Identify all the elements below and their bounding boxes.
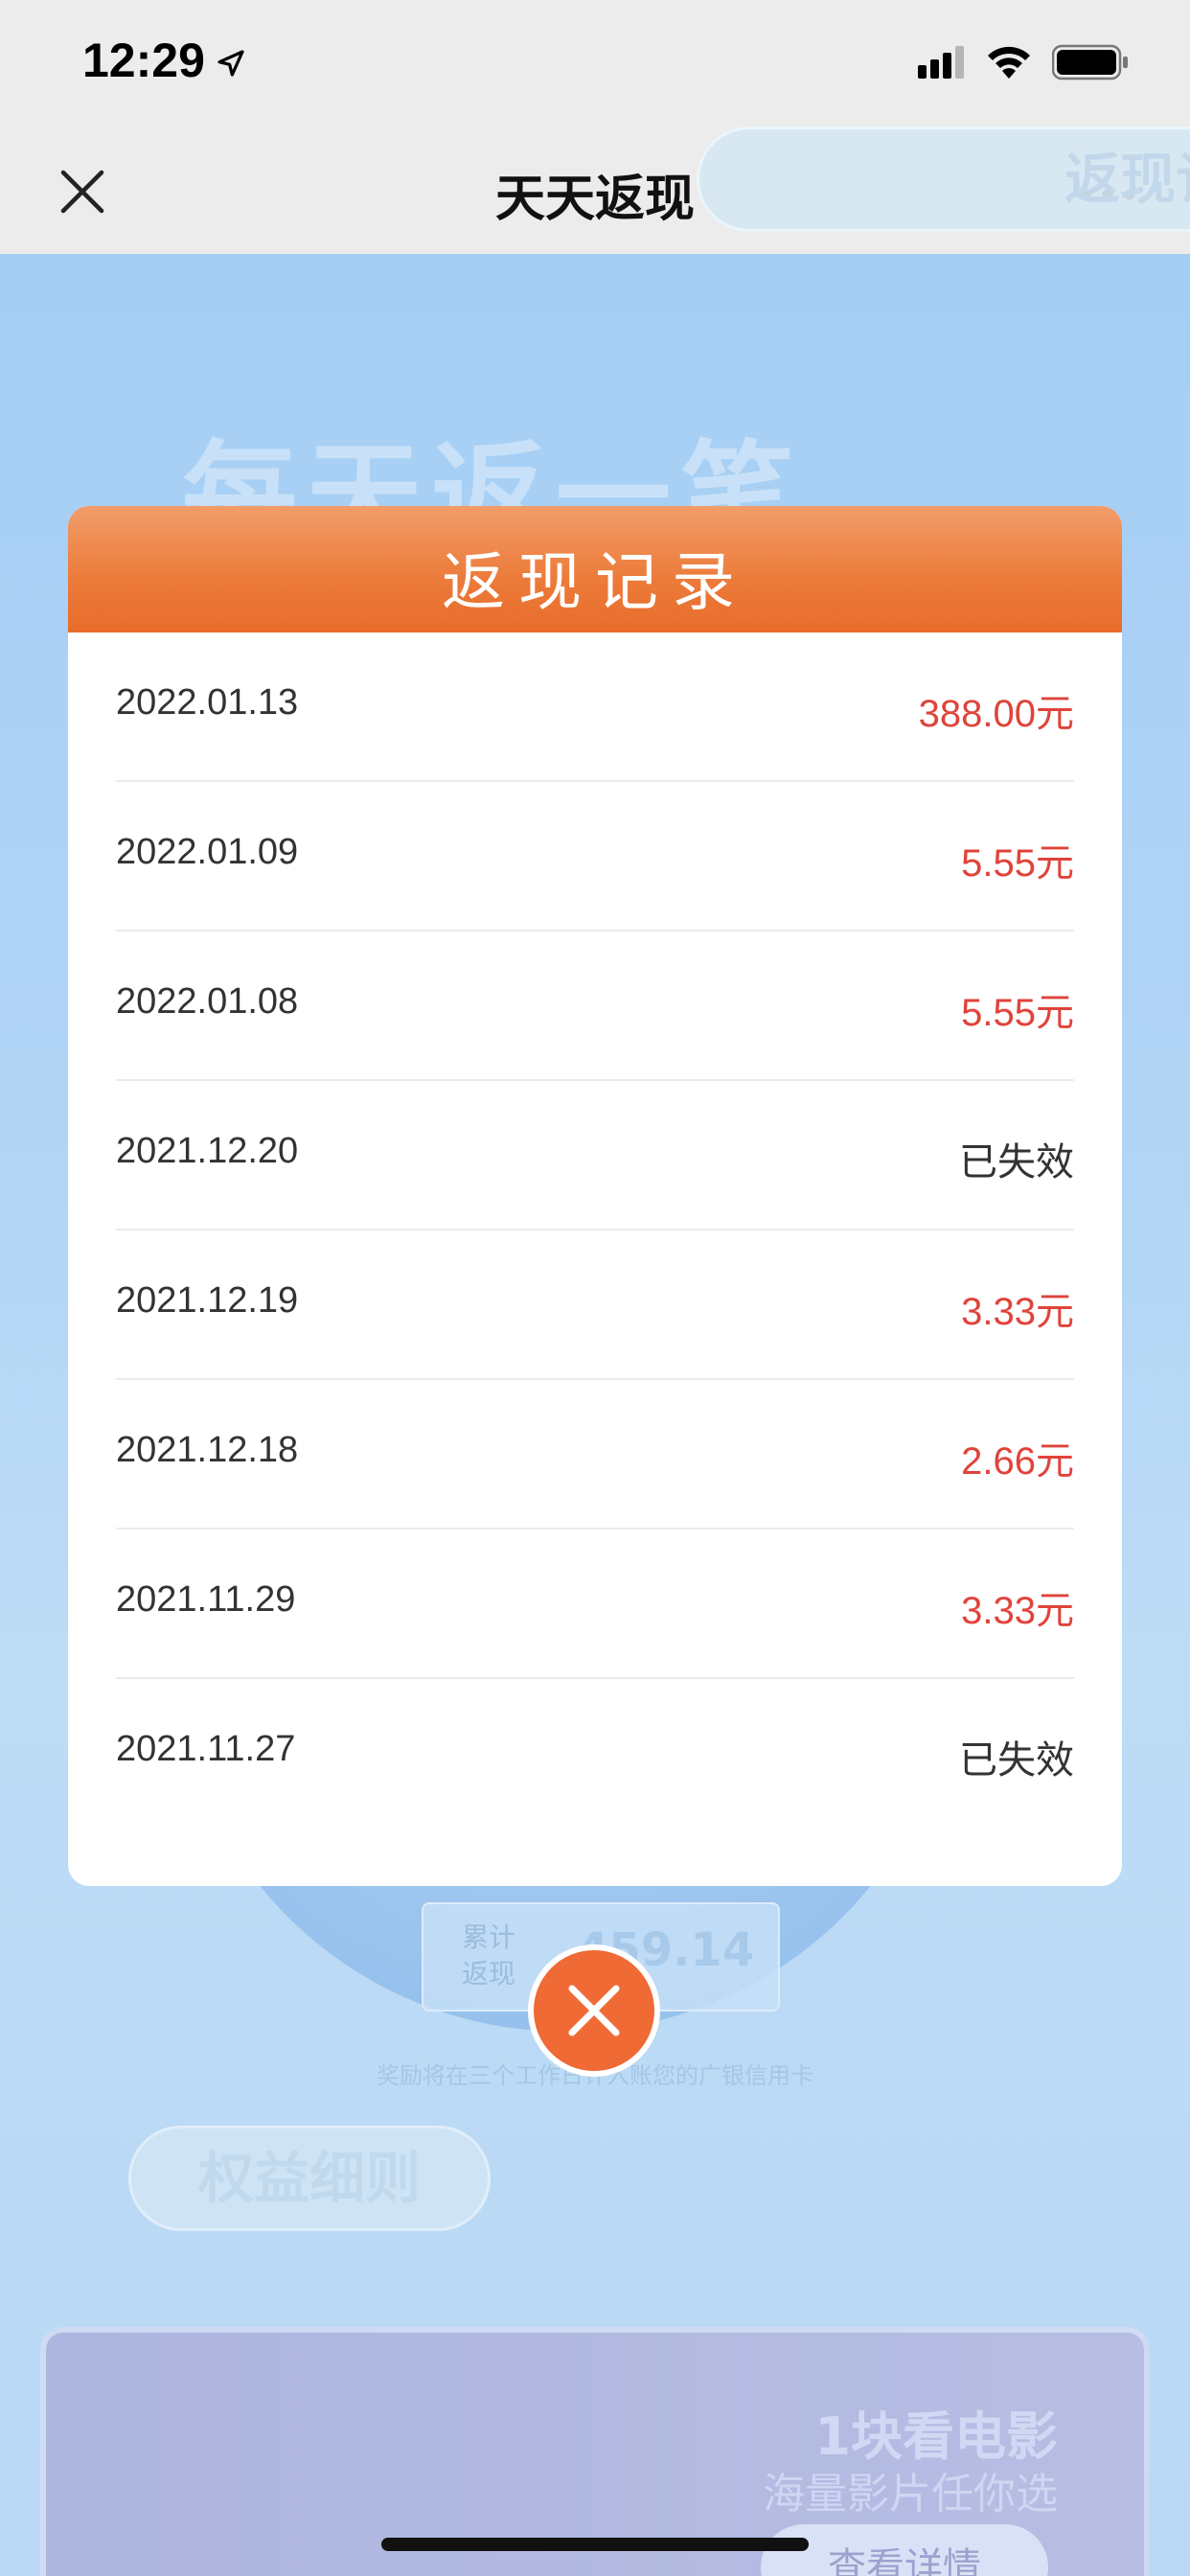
cashback-records-modal: 返现记录 2022.01.13 388.00元 2022.01.09 5.55元… [68,506,1122,1886]
record-row: 2021.12.18 2.66元 [116,1380,1074,1530]
status-bar: 12:29 [0,0,1190,129]
record-row: 2022.01.13 388.00元 [116,632,1074,782]
home-indicator[interactable] [381,2538,809,2551]
record-date: 2021.11.27 [116,1729,296,1769]
cellular-signal-icon [918,46,964,79]
record-amount: 2.66元 [961,1440,1074,1483]
record-row: 2022.01.08 5.55元 [116,932,1074,1081]
modal-close-button[interactable] [528,1944,660,2077]
record-date: 2021.12.20 [116,1131,299,1171]
record-status-expired: 已失效 [959,1141,1074,1184]
close-icon [568,1985,620,2036]
record-row: 2021.11.27 已失效 [116,1679,1074,1828]
wifi-icon [988,46,1030,79]
record-amount: 5.55元 [961,842,1074,885]
record-amount: 388.00元 [918,693,1074,735]
record-date: 2021.12.19 [116,1280,299,1321]
record-row: 2021.12.20 已失效 [116,1081,1074,1230]
record-date: 2021.12.18 [116,1430,299,1470]
status-time: 12:29 [82,34,205,87]
records-button[interactable]: 返现记录 [697,126,1190,232]
location-arrow-icon [217,50,244,77]
record-date: 2022.01.09 [116,832,299,872]
record-row: 2021.12.19 3.33元 [116,1230,1074,1380]
battery-icon [1052,44,1128,80]
record-amount: 3.33元 [961,1590,1074,1632]
records-list: 2022.01.13 388.00元 2022.01.09 5.55元 2022… [116,632,1074,1828]
record-date: 2021.11.29 [116,1579,296,1620]
record-row: 2021.11.29 3.33元 [116,1530,1074,1679]
screen: 12:29 天天返现 每天返一笔 累计返现 459.14 权益细则 返现 1块看… [0,0,1190,2576]
record-row: 2022.01.09 5.55元 [116,782,1074,932]
modal-header: 返现记录 [68,506,1122,632]
record-amount: 3.33元 [961,1291,1074,1333]
record-date: 2022.01.08 [116,981,299,1022]
modal-title: 返现记录 [442,545,748,619]
record-amount: 5.55元 [961,992,1074,1034]
record-date: 2022.01.13 [116,682,299,723]
record-status-expired: 已失效 [959,1739,1074,1782]
